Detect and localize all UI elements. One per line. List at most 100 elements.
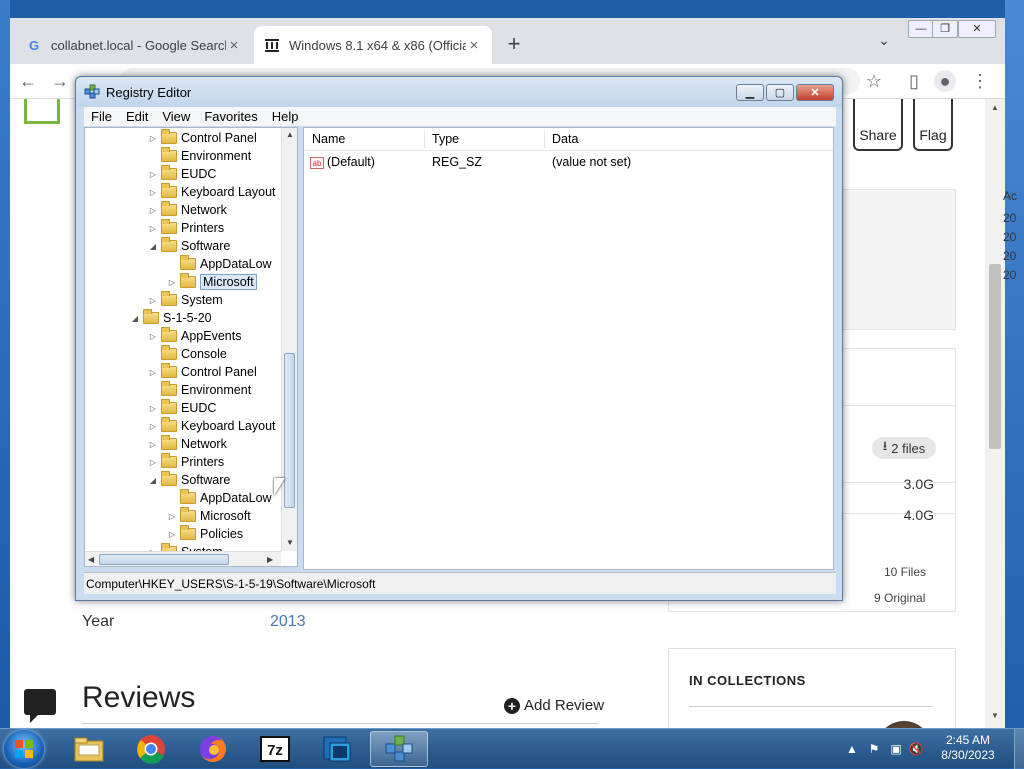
- column-data[interactable]: Data: [552, 132, 578, 146]
- collapsed-arrow-icon[interactable]: ▷: [147, 458, 159, 467]
- close-icon[interactable]: ×: [226, 37, 242, 54]
- tree-node[interactable]: ▷ Network: [147, 201, 227, 219]
- collapsed-arrow-icon[interactable]: ▷: [166, 530, 178, 539]
- tree-node[interactable]: ▷ System: [147, 291, 223, 309]
- scroll-down-icon[interactable]: ▼: [286, 538, 294, 547]
- tree-node[interactable]: ▷ Control Panel: [147, 129, 257, 147]
- tab-google-search[interactable]: G collabnet.local - Google Search ×: [16, 26, 252, 64]
- tree-node[interactable]: ◢ Software: [147, 471, 230, 489]
- tree-node[interactable]: ▷ Microsoft: [166, 273, 257, 291]
- scroll-left-icon[interactable]: ◀: [88, 555, 94, 564]
- page-scrollbar[interactable]: ▲ ▼: [985, 99, 1005, 728]
- collapsed-arrow-icon[interactable]: ▷: [147, 188, 159, 197]
- scrollbar-thumb[interactable]: [989, 264, 1001, 449]
- volume-muted-icon[interactable]: 🔇: [908, 741, 924, 757]
- menu-favorites[interactable]: Favorites: [197, 107, 264, 126]
- menu-view[interactable]: View: [155, 107, 197, 126]
- taskbar-chrome[interactable]: [122, 731, 180, 767]
- tree-node[interactable]: Environment: [147, 147, 251, 165]
- collapsed-arrow-icon[interactable]: ▷: [147, 224, 159, 233]
- start-button[interactable]: [4, 730, 44, 768]
- value-row-default[interactable]: ab (Default) REG_SZ (value not set): [304, 153, 833, 171]
- tree-node[interactable]: ▷ Control Panel: [147, 363, 257, 381]
- scroll-right-icon[interactable]: ▶: [267, 555, 273, 564]
- tree-node[interactable]: ▷ Microsoft: [166, 507, 251, 525]
- key-tree-pane[interactable]: ▷System▷Policies▷MicrosoftAppDataLow◢Sof…: [84, 127, 298, 567]
- show-hidden-icons-chevron-icon[interactable]: ▲: [844, 741, 860, 757]
- profile-avatar-icon[interactable]: ●: [934, 70, 956, 92]
- collapsed-arrow-icon[interactable]: ▷: [147, 206, 159, 215]
- collapsed-arrow-icon[interactable]: ▷: [147, 170, 159, 179]
- flag-button[interactable]: Flag: [913, 99, 953, 151]
- files-download-badge[interactable]: ⭳ 2 files: [872, 437, 936, 459]
- collapsed-arrow-icon[interactable]: ▷: [147, 440, 159, 449]
- tree-node[interactable]: ▷ Printers: [147, 453, 224, 471]
- taskbar-virtualbox[interactable]: [308, 731, 366, 767]
- taskbar-file-explorer[interactable]: [60, 731, 118, 767]
- taskbar-registry-editor[interactable]: [370, 731, 428, 767]
- tree-node[interactable]: AppDataLow: [166, 255, 272, 273]
- column-type[interactable]: Type: [432, 132, 459, 146]
- year-value[interactable]: 2013: [270, 613, 306, 631]
- new-tab-button[interactable]: +: [502, 32, 526, 56]
- minimize-button[interactable]: —: [908, 20, 934, 38]
- chevron-down-icon[interactable]: ⌄: [874, 32, 894, 52]
- action-center-flag-icon[interactable]: ⚑: [866, 741, 882, 757]
- menu-help[interactable]: Help: [265, 107, 306, 126]
- close-button[interactable]: ✕: [796, 84, 834, 101]
- collapsed-arrow-icon[interactable]: ▷: [166, 512, 178, 521]
- collapsed-arrow-icon[interactable]: ▷: [147, 296, 159, 305]
- tree-node[interactable]: ▷ EUDC: [147, 399, 216, 417]
- collapsed-arrow-icon[interactable]: ▷: [147, 368, 159, 377]
- column-name[interactable]: Name: [312, 132, 345, 146]
- tree-node[interactable]: AppDataLow: [166, 489, 272, 507]
- network-icon[interactable]: ▣: [888, 741, 904, 757]
- expanded-arrow-icon[interactable]: ◢: [129, 314, 141, 323]
- tree-node[interactable]: ▷ Keyboard Layout: [147, 183, 276, 201]
- close-icon[interactable]: ×: [466, 37, 482, 54]
- taskbar-7zip[interactable]: 7z: [246, 731, 304, 767]
- star-icon[interactable]: ☆: [862, 70, 886, 92]
- tree-node[interactable]: Environment: [147, 381, 251, 399]
- collapsed-arrow-icon[interactable]: ▷: [147, 422, 159, 431]
- side-panel-icon[interactable]: ▯: [902, 70, 926, 92]
- collapsed-arrow-icon[interactable]: ▷: [147, 134, 159, 143]
- tree-node[interactable]: ▷ Keyboard Layout: [147, 417, 276, 435]
- scrollbar-thumb[interactable]: [99, 554, 229, 565]
- taskbar-firefox[interactable]: [184, 731, 242, 767]
- menu-kebab-icon[interactable]: ⋮: [968, 70, 992, 92]
- values-pane[interactable]: Name Type Data ab (Default) REG_SZ (value…: [303, 127, 834, 570]
- tree-node[interactable]: ◢ S-1-5-20: [129, 309, 212, 327]
- expanded-arrow-icon[interactable]: ◢: [147, 476, 159, 485]
- add-review-button[interactable]: + Add Review: [504, 697, 604, 714]
- menu-file[interactable]: File: [84, 107, 119, 126]
- menu-edit[interactable]: Edit: [119, 107, 155, 126]
- scroll-down-icon[interactable]: ▼: [989, 711, 1001, 720]
- tree-node[interactable]: ▷ AppEvents: [147, 327, 241, 345]
- scroll-up-icon[interactable]: ▲: [989, 103, 1001, 112]
- tree-node[interactable]: ◢ Software: [147, 237, 230, 255]
- tree-horizontal-scrollbar[interactable]: ◀ ▶: [85, 551, 281, 566]
- scroll-up-icon[interactable]: ▲: [286, 130, 294, 139]
- minimize-button[interactable]: ▁: [736, 84, 764, 101]
- show-desktop-button[interactable]: [1014, 729, 1024, 769]
- clock[interactable]: 2:45 AM 8/30/2023: [928, 733, 1008, 763]
- tab-windows-81[interactable]: Windows 8.1 x64 & x86 (Official ×: [254, 26, 492, 64]
- tree-node[interactable]: ▷ Network: [147, 435, 227, 453]
- close-window-button[interactable]: ✕: [958, 20, 996, 38]
- collapsed-arrow-icon[interactable]: ▷: [147, 404, 159, 413]
- forward-arrow-icon[interactable]: →: [48, 70, 72, 92]
- share-button[interactable]: Share: [853, 99, 903, 151]
- tree-node[interactable]: ▷ Printers: [147, 219, 224, 237]
- back-arrow-icon[interactable]: ←: [16, 70, 40, 92]
- tree-node[interactable]: Console: [147, 345, 227, 363]
- collapsed-arrow-icon[interactable]: ▷: [166, 278, 178, 287]
- maximize-button[interactable]: ▢: [766, 84, 794, 101]
- tree-node[interactable]: ▷ EUDC: [147, 165, 216, 183]
- expanded-arrow-icon[interactable]: ◢: [147, 242, 159, 251]
- collapsed-arrow-icon[interactable]: ▷: [147, 332, 159, 341]
- tree-node[interactable]: ▷ Policies: [166, 525, 243, 543]
- scrollbar-thumb[interactable]: [284, 353, 295, 508]
- title-bar[interactable]: Registry Editor ▁ ▢ ✕: [76, 77, 842, 107]
- maximize-button[interactable]: ❐: [932, 20, 958, 38]
